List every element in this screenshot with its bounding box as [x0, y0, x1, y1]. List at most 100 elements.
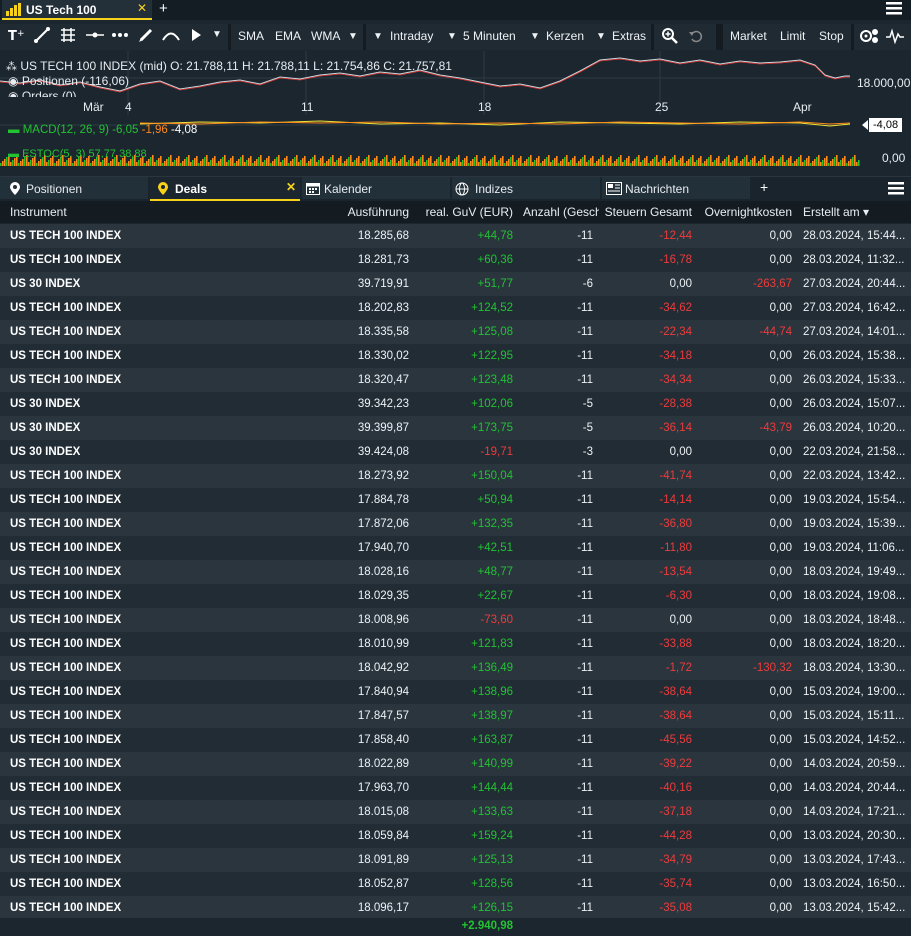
header-created-sort[interactable]: Erstellt am ▾: [803, 205, 869, 219]
add-tab-button[interactable]: +: [159, 0, 168, 17]
table-row[interactable]: US TECH 100 INDEX 17.872,06 +132,35 -11 -36,…: [0, 512, 911, 536]
table-row[interactable]: US TECH 100 INDEX 18.010,99 +121,83 -11 -33,…: [0, 632, 911, 656]
cell-taxes: -28,38: [659, 398, 692, 410]
indicator-settings-icon[interactable]: [860, 28, 880, 47]
table-row[interactable]: US 30 INDEX 39.399,87 +173,75 -5 -36,14 -43,7…: [0, 416, 911, 440]
table-row[interactable]: US TECH 100 INDEX 18.029,35 +22,67 -11 -6,30…: [0, 584, 911, 608]
undo-icon[interactable]: [688, 28, 704, 47]
period-select[interactable]: 5 Minuten: [463, 29, 516, 43]
cell-created: 18.03.2024, 19:49...: [803, 566, 906, 578]
interval-select[interactable]: Intraday: [390, 29, 433, 43]
table-row[interactable]: US 30 INDEX 39.424,08 -19,71 -3 0,00 0,00 22.0…: [0, 440, 911, 464]
cell-execution: 18.008,96: [357, 614, 409, 626]
table-row[interactable]: US TECH 100 INDEX 18.028,16 +48,77 -11 -13,5…: [0, 560, 911, 584]
table-row[interactable]: US TECH 100 INDEX 18.285,68 +44,78 -11 -12,4…: [0, 224, 911, 248]
table-row[interactable]: US TECH 100 INDEX 18.320,47 +123,48 -11 -34,…: [0, 368, 911, 392]
add-panel-tab-button[interactable]: +: [760, 179, 768, 195]
cell-pnl: +136,49: [471, 662, 513, 674]
ema-button[interactable]: EMA: [275, 29, 301, 43]
wma-button[interactable]: WMA: [311, 29, 340, 43]
horizontal-line-icon[interactable]: [86, 27, 104, 46]
cell-created: 28.03.2024, 15:44...: [803, 230, 906, 242]
dotted-line-icon[interactable]: [112, 27, 130, 46]
cell-quantity: -11: [577, 854, 593, 866]
cell-quantity: -11: [577, 470, 593, 482]
price-chart[interactable]: ⁂ US TECH 100 INDEX (mid) O: 21.788,11 H…: [0, 51, 911, 166]
positions-indicator[interactable]: ◉ Positionen (-116,06): [8, 74, 129, 88]
table-row[interactable]: US 30 INDEX 39.719,91 +51,77 -6 0,00 -263,67 2…: [0, 272, 911, 296]
curve-tool-icon[interactable]: [162, 27, 180, 46]
limit-order-button[interactable]: Limit: [780, 29, 805, 43]
text-tool-icon[interactable]: T +: [8, 27, 25, 46]
header-instrument[interactable]: Instrument: [10, 205, 67, 219]
table-row[interactable]: US TECH 100 INDEX 18.330,02 +122,95 -11 -34,…: [0, 344, 911, 368]
table-row[interactable]: US TECH 100 INDEX 17.940,70 +42,51 -11 -11,8…: [0, 536, 911, 560]
tab-us-tech-100[interactable]: US Tech 100 ✕: [2, 0, 152, 20]
cell-instrument: US TECH 100 INDEX: [10, 494, 122, 506]
chevron-down-icon[interactable]: ▼: [212, 29, 222, 40]
panel-menu-icon[interactable]: [888, 181, 904, 198]
tab-calendar[interactable]: Kalender: [302, 177, 450, 199]
table-row[interactable]: US 30 INDEX 39.342,23 +102,06 -5 -28,38 0,00 2…: [0, 392, 911, 416]
header-overnight[interactable]: Overnightkosten: [700, 205, 792, 219]
cell-created: 15.03.2024, 15:11...: [803, 710, 905, 722]
pointer-tool-icon[interactable]: [190, 27, 202, 46]
table-row[interactable]: US TECH 100 INDEX 18.091,89 +125,13 -11 -34,…: [0, 848, 911, 872]
table-row[interactable]: US TECH 100 INDEX 18.008,96 -73,60 -11 0,00 0…: [0, 608, 911, 632]
table-row[interactable]: US TECH 100 INDEX 18.022,89 +140,99 -11 -39,…: [0, 752, 911, 776]
stop-order-button[interactable]: Stop: [819, 29, 844, 43]
line-tool-icon[interactable]: [34, 27, 50, 46]
chart-type-select[interactable]: Kerzen: [546, 29, 584, 43]
cell-created: 26.03.2024, 15:07...: [803, 398, 906, 410]
cell-taxes: -44,28: [659, 830, 692, 842]
table-row[interactable]: US TECH 100 INDEX 17.884,78 +50,94 -11 -14,1…: [0, 488, 911, 512]
table-row[interactable]: US TECH 100 INDEX 17.847,57 +138,97 -11 -38,…: [0, 704, 911, 728]
zoom-icon[interactable]: [662, 28, 678, 47]
cell-instrument: US TECH 100 INDEX: [10, 830, 122, 842]
table-row[interactable]: US TECH 100 INDEX 17.840,94 +138,96 -11 -38,…: [0, 680, 911, 704]
news-icon: [606, 182, 622, 196]
cell-pnl: +140,99: [471, 758, 513, 770]
chevron-down-icon[interactable]: ▼: [348, 31, 358, 42]
tab-deals[interactable]: Deals ✕: [150, 177, 300, 201]
table-row[interactable]: US TECH 100 INDEX 18.052,87 +128,56 -11 -35,…: [0, 872, 911, 896]
header-quantity[interactable]: Anzahl (Geschl: [523, 205, 599, 219]
pen-tool-icon[interactable]: [138, 27, 154, 46]
cell-execution: 18.330,02: [357, 350, 409, 362]
extras-menu[interactable]: Extras: [612, 29, 646, 43]
hamburger-menu-icon[interactable]: [886, 1, 902, 18]
market-order-button[interactable]: Market: [730, 29, 767, 43]
table-row[interactable]: US TECH 100 INDEX 18.059,84 +159,24 -11 -44,…: [0, 824, 911, 848]
orders-indicator[interactable]: ◉ Orders (0): [8, 89, 77, 97]
table-row[interactable]: US TECH 100 INDEX 18.015,08 +133,63 -11 -37,…: [0, 800, 911, 824]
close-icon[interactable]: ✕: [137, 1, 147, 15]
table-row[interactable]: US TECH 100 INDEX 18.096,17 +126,15 -11 -35,…: [0, 896, 911, 920]
cell-execution: 17.940,70: [357, 542, 409, 554]
pulse-icon[interactable]: [886, 28, 904, 47]
cell-pnl: +102,06: [471, 398, 513, 410]
sma-button[interactable]: SMA: [238, 29, 264, 43]
cell-pnl: +163,87: [471, 734, 513, 746]
cell-overnight: 0,00: [769, 638, 792, 650]
header-taxes[interactable]: Steuern Gesamt: [604, 205, 692, 219]
header-pnl[interactable]: real. GuV (EUR): [418, 205, 513, 219]
header-execution[interactable]: Ausführung: [330, 205, 409, 219]
cell-overnight: 0,00: [769, 782, 792, 794]
table-row[interactable]: US TECH 100 INDEX 18.202,83 +124,52 -11 -34,…: [0, 296, 911, 320]
table-row[interactable]: US TECH 100 INDEX 18.335,58 +125,08 -11 -22,…: [0, 320, 911, 344]
cell-quantity: -11: [577, 638, 593, 650]
cell-taxes: -35,74: [659, 878, 692, 890]
tab-indices[interactable]: Indizes: [452, 177, 600, 199]
table-row[interactable]: US TECH 100 INDEX 17.963,70 +144,44 -11 -40,…: [0, 776, 911, 800]
tab-news[interactable]: Nachrichten: [602, 177, 750, 199]
table-row[interactable]: US TECH 100 INDEX 17.858,40 +163,87 -11 -45,…: [0, 728, 911, 752]
close-icon[interactable]: ✕: [286, 180, 296, 194]
tab-positions[interactable]: Positionen: [0, 177, 148, 199]
table-row[interactable]: US TECH 100 INDEX 18.273,92 +150,04 -11 -41,…: [0, 464, 911, 488]
cell-quantity: -3: [582, 446, 593, 458]
cell-execution: 18.022,89: [357, 758, 409, 770]
fibonacci-tool-icon[interactable]: [60, 27, 76, 46]
table-row[interactable]: US TECH 100 INDEX 18.281,73 +60,36 -11 -16,7…: [0, 248, 911, 272]
table-row[interactable]: US TECH 100 INDEX 18.042,92 +136,49 -11 -1,7…: [0, 656, 911, 680]
cell-overnight: 0,00: [769, 686, 792, 698]
